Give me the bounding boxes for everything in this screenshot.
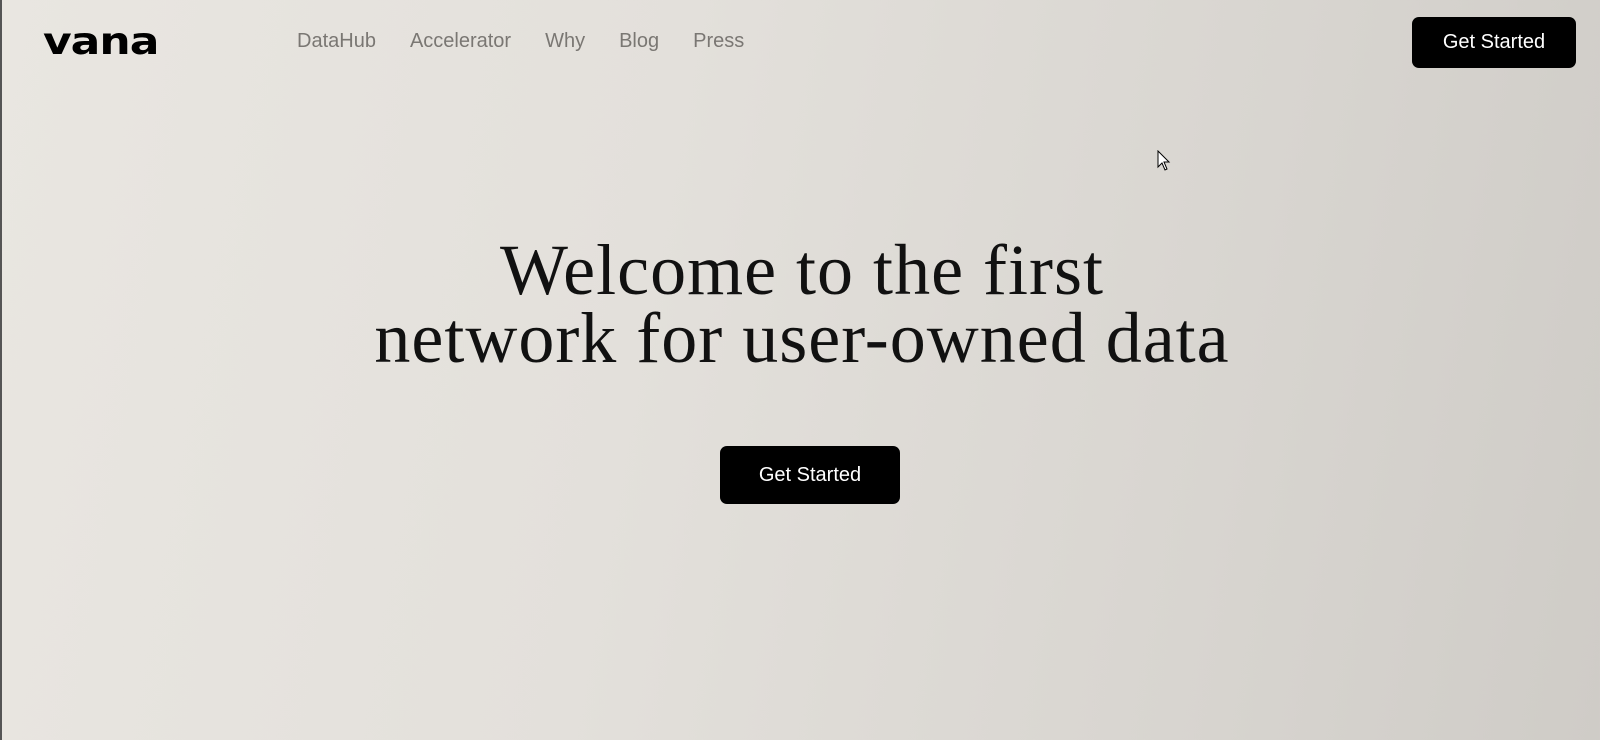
- vana-logo[interactable]: vana: [43, 23, 159, 60]
- hero-heading-line-2: network for user-owned data: [374, 298, 1230, 378]
- hero-heading-line-1: Welcome to the first: [499, 230, 1104, 310]
- nav-press[interactable]: Press: [693, 28, 744, 54]
- nav-blog[interactable]: Blog: [619, 28, 659, 54]
- header-get-started-button[interactable]: Get Started: [1412, 17, 1576, 68]
- nav-datahub[interactable]: DataHub: [297, 28, 376, 54]
- main-nav: DataHub Accelerator Why Blog Press: [297, 28, 778, 54]
- mouse-cursor-icon: [1157, 150, 1171, 171]
- nav-why[interactable]: Why: [545, 28, 585, 54]
- hero-heading: Welcome to the first network for user-ow…: [2, 230, 1600, 378]
- hero-get-started-button[interactable]: Get Started: [720, 446, 900, 504]
- nav-accelerator[interactable]: Accelerator: [410, 28, 511, 54]
